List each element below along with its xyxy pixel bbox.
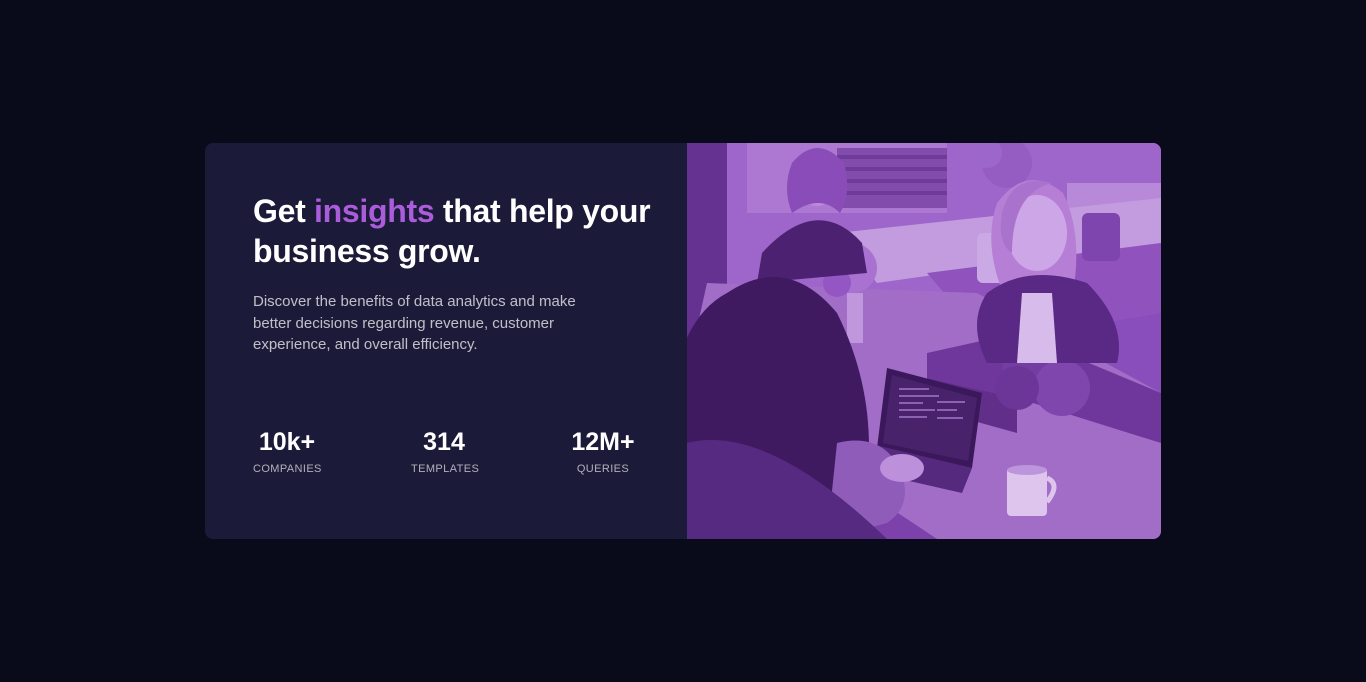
stat-label: TEMPLATES [411, 463, 480, 475]
stat-value: 314 [423, 428, 465, 456]
card-heading: Get insights that help your business gro… [253, 191, 653, 271]
stat-templates: 314 TEMPLATES [411, 426, 480, 476]
office-team-photo [687, 143, 1161, 539]
card-description: Discover the benefits of data analytics … [253, 293, 576, 353]
stat-label: QUERIES [576, 463, 630, 475]
card-content: Get insights that help your business gro… [205, 143, 687, 539]
heading-text-start: Get [253, 193, 315, 229]
stat-companies: 10k+ COMPANIES [253, 426, 321, 476]
stat-value: 12M+ [571, 428, 635, 456]
stat-value: 10k+ [258, 428, 316, 456]
stat-label: COMPANIES [253, 463, 322, 475]
stats-row: 10k+ COMPANIES 314 TEMPLATES 12M+ QUERIE… [253, 426, 635, 486]
stat-queries: 12M+ QUERIES [563, 426, 643, 476]
header-image [687, 143, 1161, 539]
stats-preview-card: Get insights that help your business gro… [205, 143, 1161, 539]
heading-accent-word: insights [314, 193, 435, 229]
